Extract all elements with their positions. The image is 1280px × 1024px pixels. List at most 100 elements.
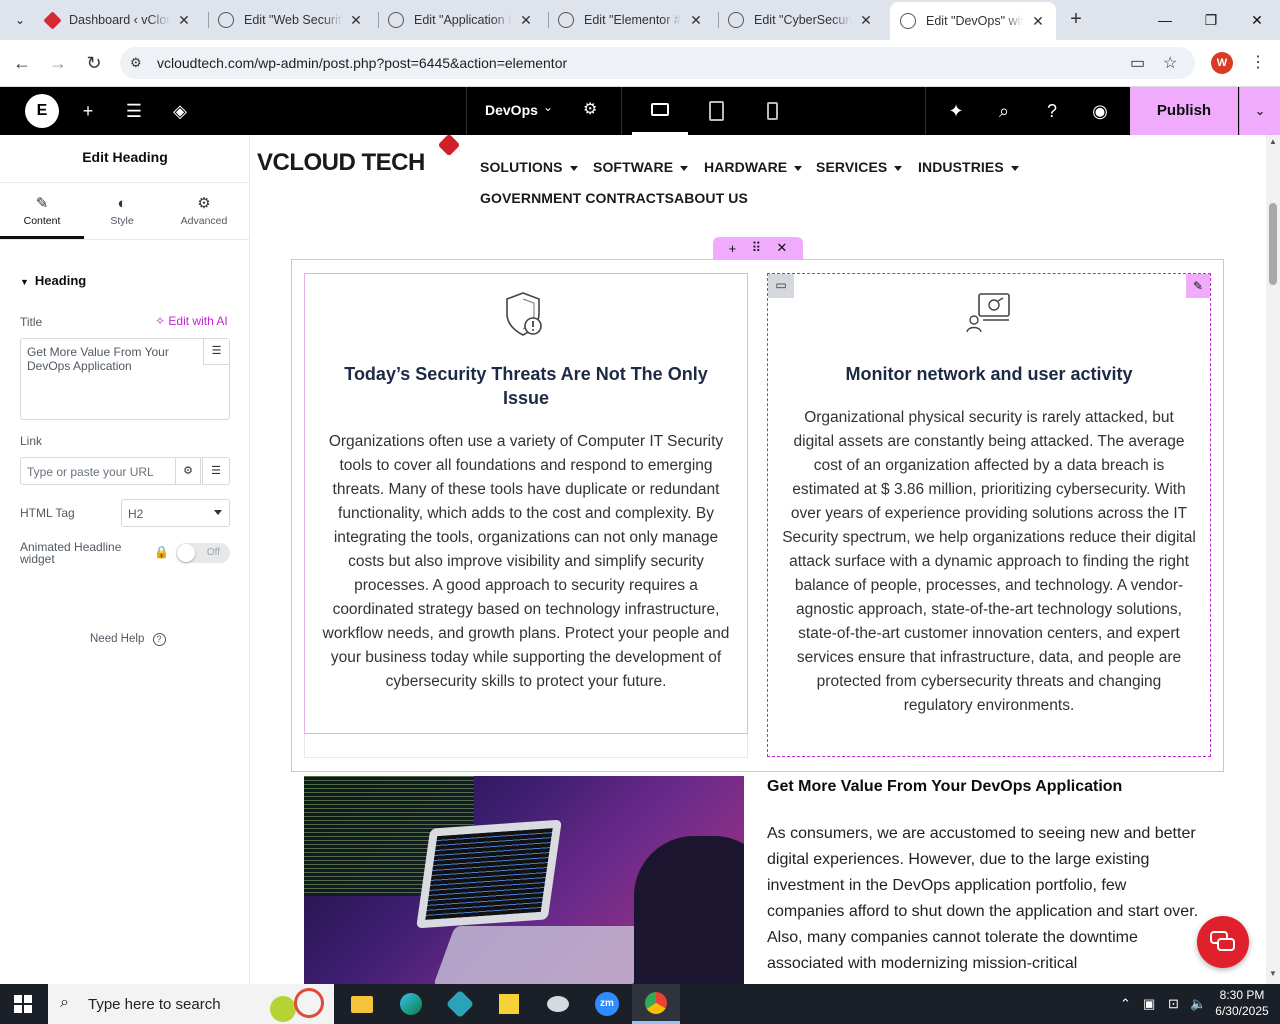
scroll-up-icon[interactable]: ▲: [1269, 137, 1277, 146]
menu-item-industries[interactable]: INDUSTRIES: [918, 159, 1019, 175]
scroll-down-icon[interactable]: ▼: [1269, 969, 1277, 978]
back-arrow-icon[interactable]: ←: [9, 50, 35, 76]
close-icon[interactable]: ✕: [688, 12, 704, 29]
volume-icon[interactable]: 🔈: [1190, 996, 1206, 1012]
close-icon[interactable]: ✕: [176, 12, 192, 29]
tab-search-button[interactable]: ⌄: [8, 8, 32, 32]
url-text[interactable]: vcloudtech.com/wp-admin/post.php?post=64…: [157, 55, 567, 71]
zoom-icon[interactable]: zm: [583, 984, 631, 1024]
taskbar-search-box[interactable]: ⌕ Type here to search: [48, 984, 334, 1024]
help-icon[interactable]: ?: [1040, 99, 1064, 123]
forward-arrow-icon[interactable]: →: [45, 50, 71, 76]
elementor-logo-icon[interactable]: E: [25, 94, 59, 128]
close-icon[interactable]: ✕: [348, 12, 364, 29]
desktop-device-button[interactable]: [632, 87, 688, 135]
link-input[interactable]: Type or paste your URL: [20, 457, 176, 485]
add-element-icon[interactable]: +: [76, 99, 100, 123]
tab-advanced[interactable]: ⚙ Advanced: [162, 193, 246, 239]
column-text[interactable]: Organizations often use a variety of Com…: [319, 430, 733, 694]
publish-options-chevron-icon[interactable]: ⌄: [1239, 87, 1280, 135]
canvas-scrollbar[interactable]: ▲ ▼: [1266, 135, 1280, 984]
show-hidden-icons-chevron-icon[interactable]: ⌃: [1120, 996, 1131, 1012]
document-name[interactable]: DevOps: [485, 102, 538, 118]
site-settings-icon[interactable]: ⚙: [130, 55, 142, 71]
document-settings[interactable]: DevOps ⌄ ⚙: [466, 87, 622, 135]
browser-tab[interactable]: Edit "Web Security ✕: [208, 6, 374, 34]
dynamic-tags-icon[interactable]: ☰: [203, 339, 229, 365]
app-hexagon-icon[interactable]: [436, 984, 484, 1024]
publish-button[interactable]: Publish: [1130, 87, 1238, 135]
edit-widget-pencil-icon[interactable]: ✎: [1186, 274, 1210, 298]
elementor-top-bar: E + ☰ ◈ DevOps ⌄ ⚙ ✦ ⌕ ? ◉ Publish ⌄: [0, 87, 1280, 135]
browser-tab[interactable]: Edit "Application M ✕: [378, 6, 544, 34]
menu-item-hardware[interactable]: HARDWARE: [704, 159, 803, 175]
drag-handle-icon[interactable]: ⠿: [752, 240, 762, 256]
menu-item-government-contracts[interactable]: GOVERNMENT CONTRACTS: [480, 190, 674, 206]
browser-tab-active[interactable]: Edit "DevOps" with ✕: [890, 2, 1056, 40]
network-icon[interactable]: ⊡: [1168, 996, 1179, 1012]
edit-with-ai-link[interactable]: ✧ Edit with AI: [155, 314, 228, 328]
camera-blocked-icon[interactable]: ▭: [1130, 53, 1145, 73]
close-window-button[interactable]: ✕: [1234, 0, 1280, 40]
new-tab-button[interactable]: +: [1064, 8, 1088, 32]
search-icon[interactable]: ⌕: [992, 99, 1016, 123]
section-heading-toggle[interactable]: ▼ Heading: [20, 273, 86, 288]
reload-icon[interactable]: ↻: [81, 50, 107, 76]
close-icon[interactable]: ✕: [776, 240, 787, 256]
person-silhouette: [634, 836, 744, 984]
menu-item-software[interactable]: SOFTWARE: [593, 159, 689, 175]
gear-icon[interactable]: ⚙: [583, 99, 597, 119]
tab-style[interactable]: ◐ Style: [80, 193, 164, 239]
column-heading[interactable]: Today’s Security Threats Are Not The Onl…: [319, 362, 733, 410]
network-alert-icon[interactable]: ▣: [1143, 996, 1155, 1012]
dynamic-tags-icon[interactable]: ☰: [202, 457, 230, 485]
need-help-link[interactable]: Need Help ?: [90, 633, 166, 646]
column-handle-icon[interactable]: ▭: [768, 274, 794, 298]
animated-headline-toggle[interactable]: Off: [176, 543, 230, 563]
menu-item-about-us[interactable]: ABOUT US: [674, 190, 748, 206]
close-icon[interactable]: ✕: [518, 12, 534, 29]
file-explorer-icon[interactable]: [338, 984, 386, 1024]
browser-tab[interactable]: Edit "CyberSecurity ✕: [718, 6, 884, 34]
link-options-gear-icon[interactable]: ⚙: [175, 457, 201, 485]
structure-layers-icon[interactable]: ◈: [168, 99, 192, 123]
restore-button[interactable]: ❐: [1188, 0, 1234, 40]
clock[interactable]: 8:30 PM 6/30/2025: [1210, 987, 1274, 1019]
browser-tab[interactable]: Dashboard ‹ vCloud ✕: [36, 6, 202, 34]
chat-widget-button[interactable]: [1197, 916, 1249, 968]
snipping-tool-icon[interactable]: [534, 984, 582, 1024]
preview-eye-icon[interactable]: ◉: [1088, 99, 1112, 123]
close-icon[interactable]: ✕: [858, 12, 874, 29]
omnibox[interactable]: ⚙ vcloudtech.com/wp-admin/post.php?post=…: [120, 47, 1195, 79]
devops-text[interactable]: As consumers, we are accustomed to seein…: [767, 821, 1207, 977]
close-icon[interactable]: ✕: [1030, 13, 1046, 30]
scrollbar-thumb[interactable]: [1269, 203, 1277, 285]
menu-item-solutions[interactable]: SOLUTIONS: [480, 159, 578, 175]
site-logo[interactable]: VCLOUD TECH: [257, 149, 425, 177]
html-tag-select[interactable]: H2: [121, 499, 230, 527]
column-text[interactable]: Organizational physical security is rare…: [782, 406, 1196, 718]
chrome-icon[interactable]: [632, 984, 680, 1024]
brand-text: VCLOUD TECH: [257, 149, 425, 176]
sticky-notes-icon[interactable]: [485, 984, 533, 1024]
browser-tab[interactable]: Edit "Elementor #8 ✕: [548, 6, 714, 34]
edge-icon[interactable]: [387, 984, 435, 1024]
minimize-button[interactable]: —: [1142, 0, 1188, 40]
tab-content[interactable]: ✎ Content: [0, 193, 84, 239]
chevron-down-icon[interactable]: ⌄: [543, 100, 553, 114]
column-heading[interactable]: Monitor network and user activity: [782, 362, 1196, 386]
tablet-device-button[interactable]: [688, 87, 744, 135]
mobile-device-button[interactable]: [744, 87, 800, 135]
column-security-threats[interactable]: Today’s Security Threats Are Not The Onl…: [304, 273, 748, 734]
windows-start-icon[interactable]: [14, 995, 32, 1013]
site-settings-sliders-icon[interactable]: ☰: [122, 99, 146, 123]
kebab-menu-icon[interactable]: ⋮: [1250, 52, 1266, 72]
star-icon[interactable]: ☆: [1163, 53, 1177, 73]
devops-heading[interactable]: Get More Value From Your DevOps Applicat…: [767, 778, 1122, 796]
notes-icon[interactable]: ✦: [944, 99, 968, 123]
add-section-icon[interactable]: +: [729, 241, 737, 256]
title-textarea[interactable]: Get More Value From Your DevOps Applicat…: [20, 338, 230, 420]
column-monitor-network[interactable]: ▭ ✎ Monitor network and user activity Or…: [767, 273, 1211, 757]
profile-avatar[interactable]: W: [1211, 52, 1233, 74]
menu-item-services[interactable]: SERVICES: [816, 159, 903, 175]
